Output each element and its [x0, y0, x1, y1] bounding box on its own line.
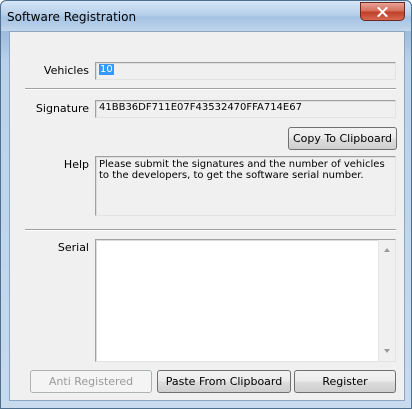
close-button[interactable] [360, 2, 405, 21]
help-text-box: Please submit the signatures and the num… [95, 156, 396, 216]
window-title: Software Registration [7, 10, 137, 24]
register-button[interactable]: Register [294, 370, 396, 393]
separator-middle [25, 229, 396, 231]
help-text: Please submit the signatures and the num… [99, 159, 385, 181]
software-registration-window: Software Registration Vehicles 10 Signat… [0, 0, 412, 409]
separator-top [25, 88, 396, 90]
scroll-down-icon[interactable] [384, 349, 390, 353]
signature-value: 41BB36DF711E07F43532470FFA714E67 [99, 102, 302, 113]
serial-label: Serial [57, 241, 89, 254]
close-icon [377, 6, 388, 17]
serial-textarea[interactable] [95, 239, 396, 362]
copy-to-clipboard-button[interactable]: Copy To Clipboard [288, 127, 397, 150]
serial-scrollbar[interactable] [378, 240, 395, 361]
anti-registered-button: Anti Registered [30, 370, 152, 393]
vehicles-label: Vehicles [43, 64, 89, 77]
dialog-client-area: Vehicles 10 Signature 41BB36DF711E07F435… [9, 31, 405, 401]
help-label: Help [63, 158, 89, 171]
scroll-up-icon[interactable] [384, 248, 390, 252]
paste-from-clipboard-button[interactable]: Paste From Clipboard [157, 370, 291, 393]
vehicles-field[interactable]: 10 [95, 62, 396, 80]
signature-field[interactable]: 41BB36DF711E07F43532470FFA714E67 [95, 100, 396, 118]
vehicles-value: 10 [99, 64, 114, 75]
signature-label: Signature [35, 102, 89, 115]
title-bar[interactable]: Software Registration [1, 1, 411, 31]
